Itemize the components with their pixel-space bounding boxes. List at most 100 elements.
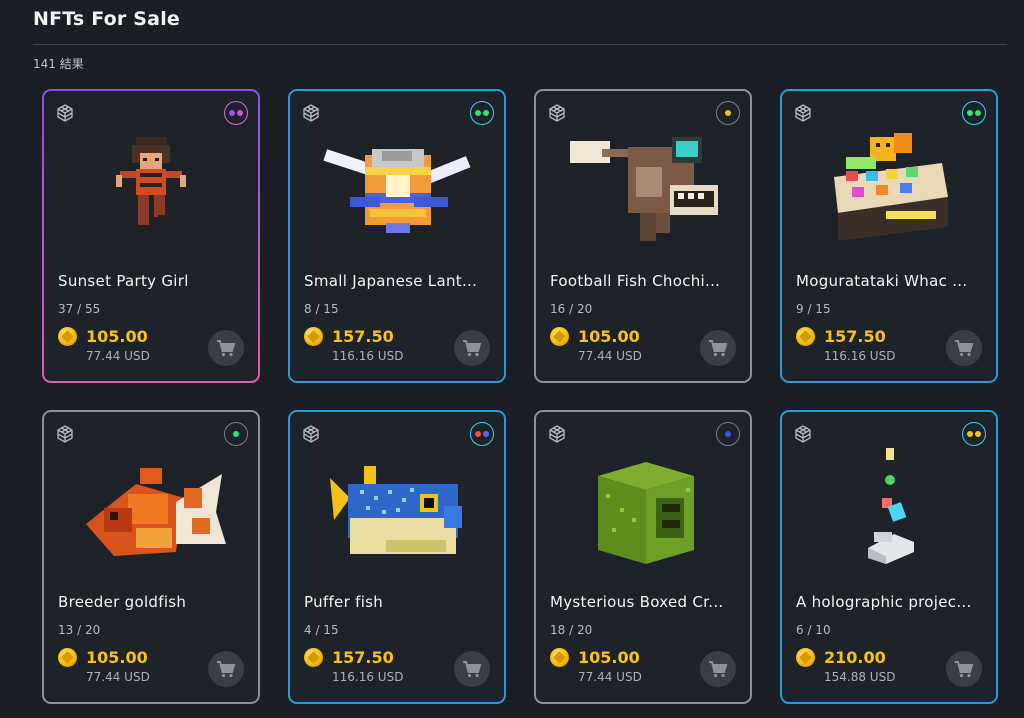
coin-icon	[304, 327, 323, 346]
result-count: 141 結果	[33, 57, 84, 71]
rarity-dot	[483, 431, 489, 437]
add-to-cart-button[interactable]	[208, 330, 244, 366]
cart-icon	[217, 661, 236, 678]
rarity-badge	[470, 422, 494, 446]
nft-name[interactable]: Breeder goldfish	[58, 593, 244, 611]
rarity-dot	[475, 431, 481, 437]
nft-artwork-holographic-projector	[868, 448, 914, 564]
rarity-dot	[725, 431, 731, 437]
nft-name[interactable]: Moguratataki Whac ...	[796, 272, 982, 290]
rarity-dot	[237, 110, 243, 116]
nft-name[interactable]: Sunset Party Girl	[58, 272, 244, 290]
nft-card[interactable]: Moguratataki Whac ... 9 / 15 157.50 116.…	[780, 89, 998, 383]
stock-count: 16 / 20	[550, 302, 593, 316]
3d-model-icon	[303, 425, 319, 443]
nft-artwork-puffer-fish	[330, 466, 462, 554]
nft-artwork-lantern	[323, 149, 471, 233]
nft-card[interactable]: A holographic projec... 6 / 10 210.00 15…	[780, 410, 998, 704]
nft-card[interactable]: Mysterious Boxed Cr... 18 / 20 105.00 77…	[534, 410, 752, 704]
rarity-dot	[967, 110, 973, 116]
rarity-dot	[975, 110, 981, 116]
nft-card[interactable]: Breeder goldfish 13 / 20 105.00 77.44 US…	[42, 410, 260, 704]
stock-count: 8 / 15	[304, 302, 339, 316]
coin-icon	[796, 327, 815, 346]
stock-count: 4 / 15	[304, 623, 339, 637]
usd-price: 77.44 USD	[578, 349, 642, 363]
usd-price: 116.16 USD	[332, 349, 404, 363]
price: 105.00	[578, 648, 640, 667]
rarity-dot	[483, 110, 489, 116]
rarity-badge	[224, 101, 248, 125]
rarity-badge	[224, 422, 248, 446]
add-to-cart-button[interactable]	[700, 330, 736, 366]
add-to-cart-button[interactable]	[454, 651, 490, 687]
rarity-dot	[975, 431, 981, 437]
nft-card[interactable]: Small Japanese Lant... 8 / 15 157.50 116…	[288, 89, 506, 383]
price: 105.00	[86, 648, 148, 667]
coin-icon	[550, 648, 569, 667]
coin-icon	[550, 327, 569, 346]
nft-artwork-whac-machine	[834, 133, 948, 241]
cart-icon	[217, 340, 236, 357]
price: 105.00	[578, 327, 640, 346]
rarity-badge	[470, 101, 494, 125]
cart-icon	[709, 340, 728, 357]
stock-count: 6 / 10	[796, 623, 831, 637]
3d-model-icon	[795, 104, 811, 122]
stock-count: 13 / 20	[58, 623, 101, 637]
add-to-cart-button[interactable]	[454, 330, 490, 366]
nft-name[interactable]: Mysterious Boxed Cr...	[550, 593, 736, 611]
nft-card[interactable]: Football Fish Chochi... 16 / 20 105.00 7…	[534, 89, 752, 383]
coin-icon	[58, 648, 77, 667]
cart-icon	[463, 661, 482, 678]
3d-model-icon	[795, 425, 811, 443]
stock-count: 37 / 55	[58, 302, 101, 316]
page-title: NFTs For Sale	[33, 8, 180, 30]
rarity-dot	[233, 431, 239, 437]
usd-price: 116.16 USD	[824, 349, 896, 363]
cart-icon	[709, 661, 728, 678]
3d-model-icon	[57, 425, 73, 443]
nft-artwork-boxed-creature	[598, 462, 694, 564]
usd-price: 116.16 USD	[332, 670, 404, 684]
nft-artwork-football-fish	[570, 137, 718, 241]
add-to-cart-button[interactable]	[946, 330, 982, 366]
3d-model-icon	[549, 104, 565, 122]
add-to-cart-button[interactable]	[946, 651, 982, 687]
price: 157.50	[332, 648, 394, 667]
coin-icon	[796, 648, 815, 667]
nft-card[interactable]: Sunset Party Girl 37 / 55 105.00 77.44 U…	[42, 89, 260, 383]
stock-count: 9 / 15	[796, 302, 831, 316]
add-to-cart-button[interactable]	[208, 651, 244, 687]
nft-name[interactable]: Football Fish Chochi...	[550, 272, 736, 290]
nft-name[interactable]: Small Japanese Lant...	[304, 272, 490, 290]
stock-count: 18 / 20	[550, 623, 593, 637]
nft-card[interactable]: Puffer fish 4 / 15 157.50 116.16 USD	[288, 410, 506, 704]
rarity-dot	[725, 110, 731, 116]
rarity-dot	[229, 110, 235, 116]
usd-price: 154.88 USD	[824, 670, 896, 684]
nft-name[interactable]: Puffer fish	[304, 593, 490, 611]
rarity-badge	[716, 422, 740, 446]
rarity-badge	[962, 101, 986, 125]
add-to-cart-button[interactable]	[700, 651, 736, 687]
3d-model-icon	[57, 104, 73, 122]
3d-model-icon	[549, 425, 565, 443]
price: 157.50	[332, 327, 394, 346]
rarity-dot	[967, 431, 973, 437]
coin-icon	[58, 327, 77, 346]
price: 157.50	[824, 327, 886, 346]
cart-icon	[955, 661, 974, 678]
price: 210.00	[824, 648, 886, 667]
usd-price: 77.44 USD	[86, 349, 150, 363]
nft-artwork-goldfish	[86, 468, 226, 556]
cart-icon	[955, 340, 974, 357]
rarity-badge	[716, 101, 740, 125]
rarity-badge	[962, 422, 986, 446]
usd-price: 77.44 USD	[578, 670, 642, 684]
3d-model-icon	[303, 104, 319, 122]
coin-icon	[304, 648, 323, 667]
nft-grid: Sunset Party Girl 37 / 55 105.00 77.44 U…	[42, 89, 998, 704]
nft-name[interactable]: A holographic projec...	[796, 593, 982, 611]
usd-price: 77.44 USD	[86, 670, 150, 684]
